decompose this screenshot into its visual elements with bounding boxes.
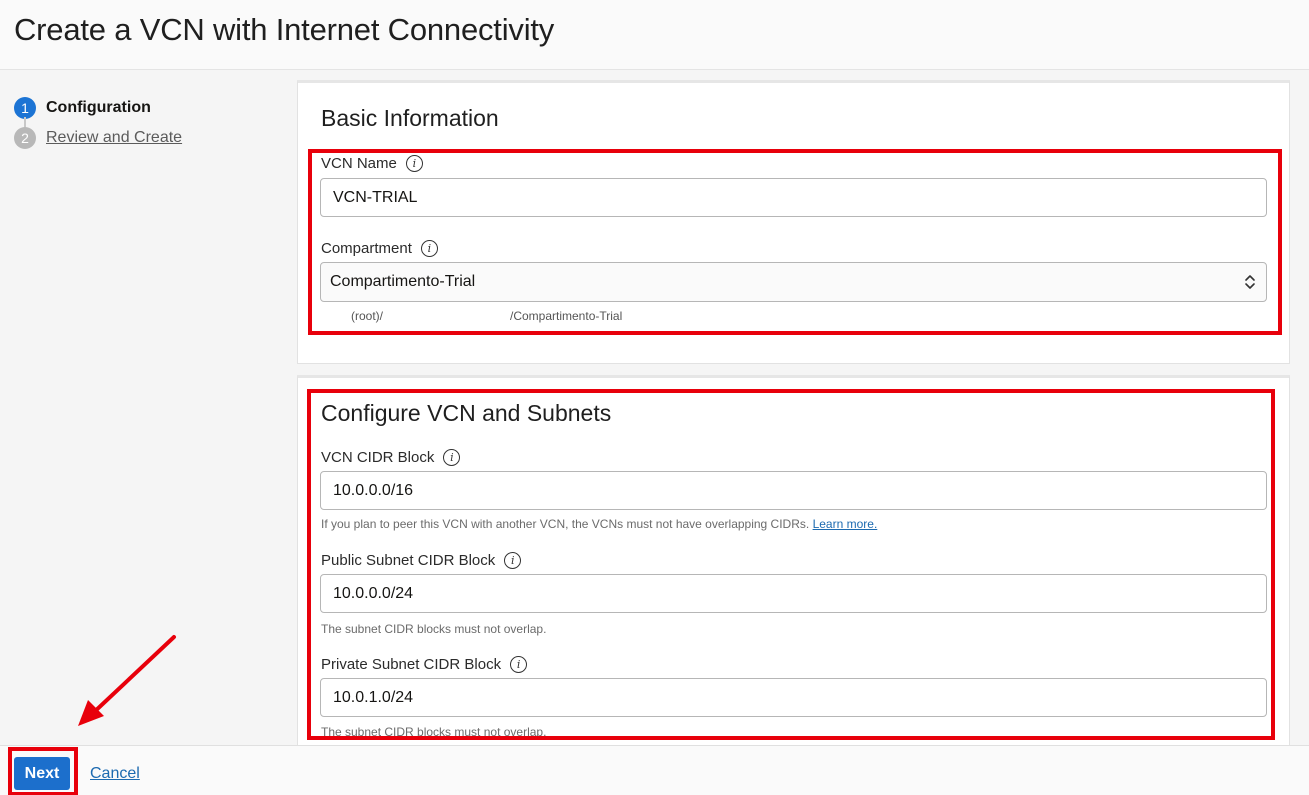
public-subnet-input[interactable] [320, 574, 1267, 613]
vcn-cidr-label-text: VCN CIDR Block [321, 449, 435, 466]
vcn-cidr-help: If you plan to peer this VCN with anothe… [321, 517, 877, 531]
page-header: Create a VCN with Internet Connectivity [0, 0, 1309, 70]
private-subnet-label: Private Subnet CIDR Block i [321, 656, 528, 673]
private-subnet-input[interactable] [320, 678, 1267, 717]
footer-bar [0, 745, 1309, 795]
annotation-arrow-icon [78, 635, 176, 726]
vcn-name-label: VCN Name i [321, 155, 423, 172]
basic-information-panel: Basic Information VCN Name i Compartment… [297, 80, 1290, 364]
private-subnet-label-text: Private Subnet CIDR Block [321, 656, 502, 673]
configure-vcn-title: Configure VCN and Subnets [321, 400, 612, 426]
vcn-cidr-info-icon[interactable]: i [443, 449, 461, 466]
compartment-path-name: /Compartimento-Trial [510, 309, 623, 323]
compartment-select-value: Compartimento-Trial [330, 273, 476, 290]
public-subnet-label-text: Public Subnet CIDR Block [321, 552, 496, 569]
public-subnet-help: The subnet CIDR blocks must not overlap. [321, 622, 547, 636]
configure-vcn-panel: Configure VCN and Subnets VCN CIDR Block… [297, 375, 1290, 755]
step-number-1: 1 [14, 97, 36, 119]
private-subnet-help: The subnet CIDR blocks must not overlap. [321, 725, 547, 739]
step-review-and-create[interactable]: 2 Review and Create [14, 123, 182, 153]
vcn-cidr-label: VCN CIDR Block i [321, 449, 461, 466]
vcn-name-input[interactable] [320, 178, 1267, 217]
compartment-label-text: Compartment [321, 240, 412, 257]
wizard-steps: 1 Configuration 2 Review and Create [14, 93, 182, 153]
learn-more-link[interactable]: Learn more. [813, 517, 878, 531]
vcn-name-label-text: VCN Name [321, 155, 397, 172]
compartment-info-icon[interactable]: i [420, 240, 438, 257]
select-up-down-icon [1243, 272, 1257, 292]
step-label-configuration: Configuration [46, 99, 151, 116]
compartment-select[interactable]: Compartimento-Trial [320, 262, 1267, 302]
public-subnet-info-icon[interactable]: i [504, 552, 522, 569]
public-subnet-label: Public Subnet CIDR Block i [321, 552, 522, 569]
basic-information-title: Basic Information [321, 105, 499, 131]
vcn-name-info-icon[interactable]: i [405, 155, 423, 172]
private-subnet-info-icon[interactable]: i [510, 656, 528, 673]
step-link-review-and-create[interactable]: Review and Create [46, 129, 182, 147]
compartment-path-root: (root)/ [351, 309, 384, 323]
compartment-label: Compartment i [321, 240, 438, 257]
cancel-link[interactable]: Cancel [90, 765, 140, 783]
vcn-cidr-input[interactable] [320, 471, 1267, 510]
vcn-cidr-help-text: If you plan to peer this VCN with anothe… [321, 517, 810, 531]
next-button[interactable]: Next [14, 757, 70, 790]
step-configuration: 1 Configuration [14, 93, 182, 129]
page-title: Create a VCN with Internet Connectivity [14, 12, 555, 47]
step-number-2: 2 [14, 127, 36, 149]
